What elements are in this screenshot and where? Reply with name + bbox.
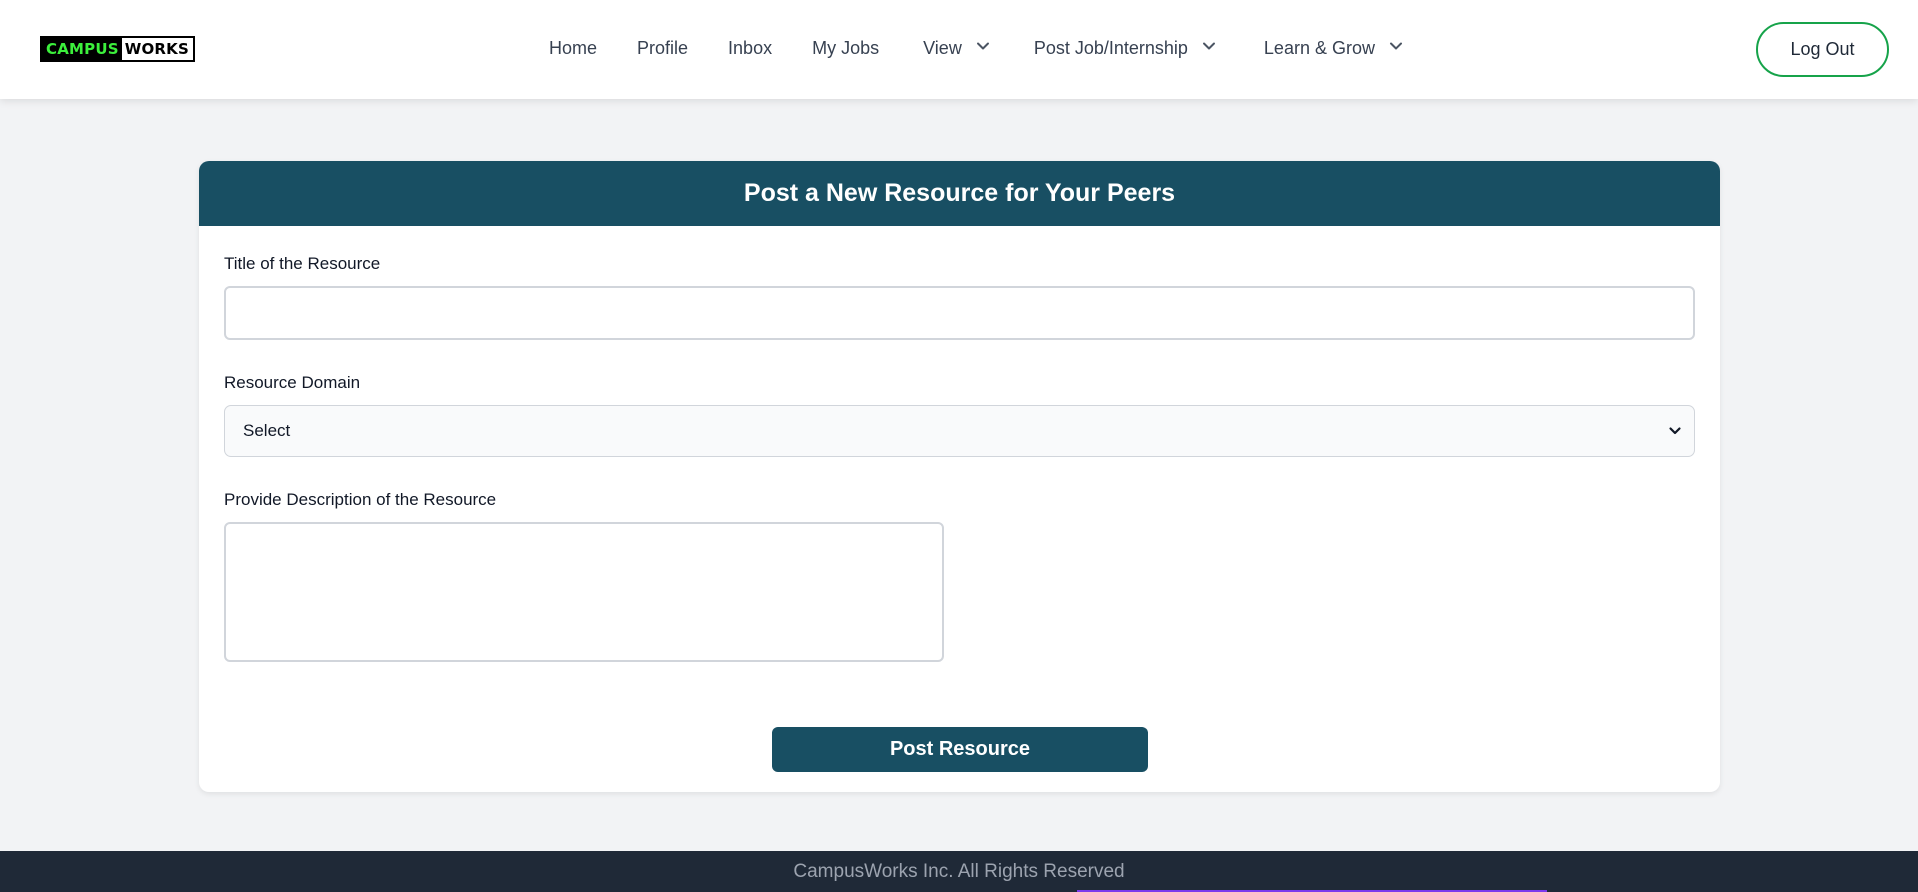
chevron-down-icon [1669, 427, 1681, 435]
nav-item-label: My Jobs [812, 38, 880, 58]
nav-item-my-jobs[interactable]: My Jobs [812, 38, 879, 59]
nav-item-label: Post Job/Internship [1033, 38, 1188, 58]
post-resource-button[interactable]: Post Resource [772, 727, 1148, 772]
nav-item-label: Learn & Grow [1263, 38, 1375, 58]
card-header: Post a New Resource for Your Peers [199, 161, 1720, 226]
campusworks-logo[interactable]: CAMPUS WORKS [40, 36, 196, 62]
footer: CampusWorks Inc. All Rights Reserved [0, 851, 1918, 892]
post-resource-card: Post a New Resource for Your Peers Title… [199, 161, 1720, 792]
chevron-down-icon [1202, 42, 1215, 49]
nav-item-profile[interactable]: Profile [637, 38, 688, 59]
footer-copyright: CampusWorks Inc. All Rights Reserved [793, 860, 1125, 882]
nav-item-label: Home [549, 38, 598, 58]
nav-item-post-job[interactable]: Post Job/Internship [1034, 38, 1216, 59]
select-value: Select [243, 421, 291, 440]
logo-text-campus: CAMPUS [42, 38, 122, 60]
nav-item-label: View [923, 38, 962, 58]
resource-description-textarea[interactable] [224, 522, 944, 662]
domain-label: Resource Domain [224, 373, 361, 392]
chevron-down-icon [1389, 42, 1402, 49]
logo-text-works: WORKS [121, 38, 194, 60]
main-nav: Home Profile Inbox My Jobs View Post Job… [549, 38, 1403, 59]
logout-button[interactable]: Log Out [1756, 22, 1889, 77]
nav-item-view[interactable]: View [923, 38, 990, 59]
nav-item-learn-grow[interactable]: Learn & Grow [1264, 38, 1403, 59]
title-label: Title of the Resource [224, 254, 381, 273]
nav-item-home[interactable]: Home [549, 38, 597, 59]
nav-item-inbox[interactable]: Inbox [728, 38, 772, 59]
resource-title-input[interactable] [224, 286, 1695, 340]
top-navbar: CAMPUS WORKS Home Profile Inbox My Jobs … [0, 0, 1918, 99]
resource-domain-select[interactable]: Select [224, 405, 1695, 457]
nav-item-label: Inbox [728, 38, 773, 58]
nav-item-label: Profile [637, 38, 689, 58]
chevron-down-icon [976, 42, 989, 49]
description-label: Provide Description of the Resource [224, 490, 497, 509]
page-title: Post a New Resource for Your Peers [743, 179, 1176, 207]
